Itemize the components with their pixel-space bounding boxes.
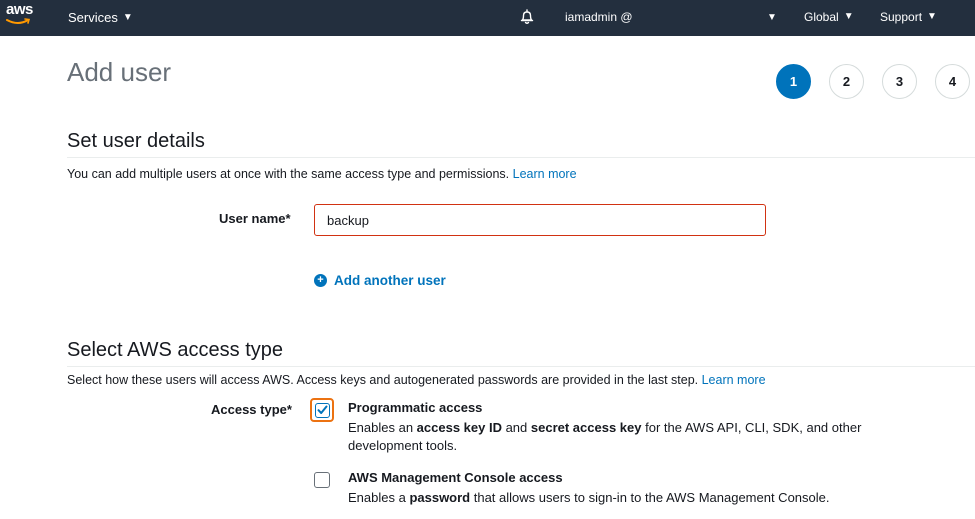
console-access-checkbox-wrap[interactable] bbox=[310, 468, 334, 492]
support-label: Support bbox=[880, 10, 923, 24]
programmatic-access-title: Programmatic access bbox=[348, 400, 483, 415]
programmatic-access-option[interactable]: Programmatic access Enables an access ke… bbox=[310, 398, 888, 455]
description-bold: secret access key bbox=[530, 420, 642, 435]
programmatic-access-description: Enables an access key ID and secret acce… bbox=[348, 419, 888, 455]
support-menu[interactable]: Support ▼ bbox=[880, 10, 937, 24]
region-menu[interactable]: Global ▼ bbox=[804, 10, 854, 24]
description-text: Enables a bbox=[348, 490, 410, 505]
console-access-body: AWS Management Console access Enables a … bbox=[348, 468, 888, 507]
wizard-step-4[interactable]: 4 bbox=[935, 64, 970, 99]
wizard-step-2[interactable]: 2 bbox=[829, 64, 864, 99]
access-type-description: Select how these users will access AWS. … bbox=[67, 373, 766, 387]
section-title-access-type: Select AWS access type bbox=[67, 339, 284, 361]
section-divider bbox=[67, 366, 975, 367]
section-title-user-details: Set user details bbox=[67, 130, 205, 152]
caret-down-icon[interactable]: ▼ bbox=[767, 12, 777, 23]
wizard-step-3[interactable]: 3 bbox=[882, 64, 917, 99]
description-text: and bbox=[501, 420, 531, 435]
programmatic-access-body: Programmatic access Enables an access ke… bbox=[348, 398, 888, 455]
caret-down-icon: ▼ bbox=[843, 11, 854, 22]
page-title: Add user bbox=[67, 57, 172, 87]
console-access-checkbox[interactable] bbox=[314, 472, 330, 488]
checkmark-icon bbox=[317, 405, 327, 414]
top-navigation-bar: aws Services ▼ iamadmin @ ▼ Global ▼ Sup… bbox=[0, 0, 975, 36]
add-another-user-button[interactable]: + Add another user bbox=[314, 273, 446, 288]
services-label: Services bbox=[68, 10, 118, 25]
learn-more-link[interactable]: Learn more bbox=[702, 373, 766, 387]
add-another-user-label: Add another user bbox=[334, 273, 446, 288]
caret-down-icon: ▼ bbox=[927, 11, 937, 22]
description-bold: access key ID bbox=[416, 420, 502, 435]
account-menu-label[interactable]: iamadmin @ bbox=[565, 10, 633, 24]
access-type-label: Access type* bbox=[211, 402, 292, 417]
console-access-description: Enables a password that allows users to … bbox=[348, 489, 888, 507]
description-text: Enables an bbox=[348, 420, 417, 435]
programmatic-access-checkbox-focus[interactable] bbox=[310, 398, 334, 422]
caret-down-icon: ▼ bbox=[122, 11, 133, 23]
wizard-step-1[interactable]: 1 bbox=[776, 64, 811, 99]
description-text: that allows users to sign-in to the AWS … bbox=[470, 490, 830, 505]
programmatic-access-checkbox[interactable] bbox=[314, 402, 330, 418]
user-details-description-text: You can add multiple users at once with … bbox=[67, 167, 510, 181]
username-label: User name* bbox=[219, 211, 291, 226]
access-type-description-text: Select how these users will access AWS. … bbox=[67, 373, 699, 387]
console-access-title: AWS Management Console access bbox=[348, 470, 563, 485]
services-menu[interactable]: Services ▼ bbox=[68, 10, 133, 25]
bell-icon[interactable] bbox=[518, 8, 536, 26]
region-label: Global bbox=[804, 10, 839, 24]
console-access-option[interactable]: AWS Management Console access Enables a … bbox=[310, 468, 888, 507]
username-input[interactable] bbox=[314, 204, 766, 236]
description-bold: password bbox=[409, 490, 471, 505]
plus-circle-icon: + bbox=[314, 274, 327, 287]
wizard-steps: 1 2 3 4 bbox=[776, 64, 970, 99]
aws-logo[interactable]: aws bbox=[6, 2, 33, 32]
section-divider bbox=[67, 157, 975, 158]
aws-smile-icon bbox=[6, 18, 31, 24]
learn-more-link[interactable]: Learn more bbox=[513, 167, 577, 181]
user-details-description: You can add multiple users at once with … bbox=[67, 167, 577, 181]
